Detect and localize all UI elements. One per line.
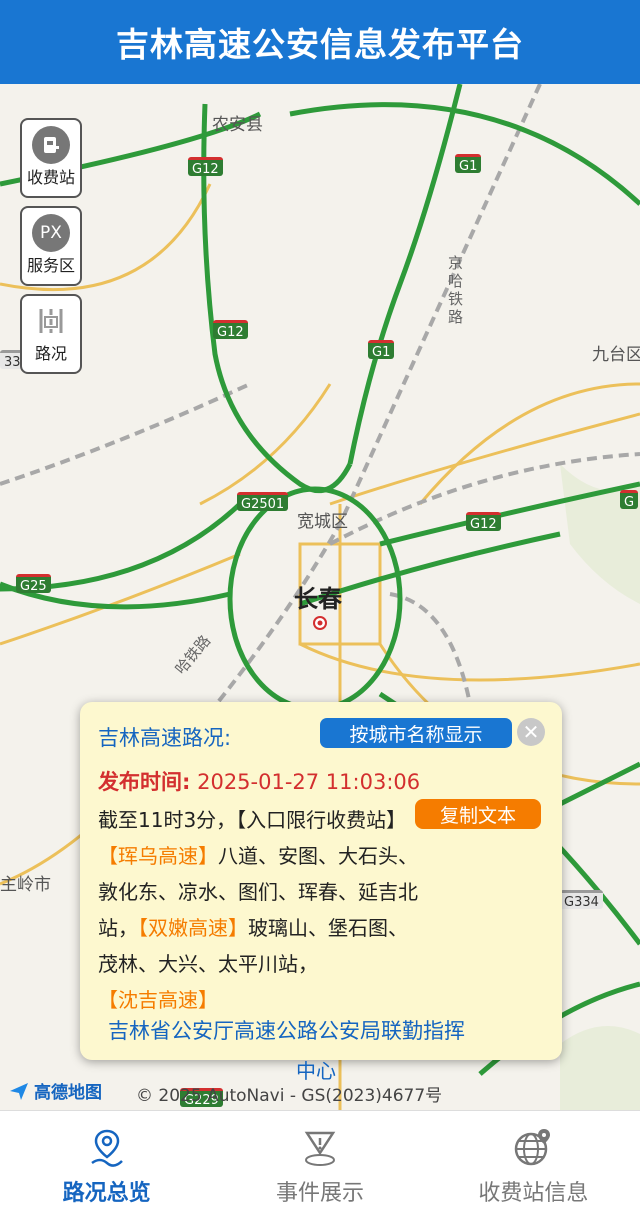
traffic-info-popup: 吉林高速路况: 按城市名称显示 ✕ 发布时间: 2025-01-27 11:03… [80,702,562,1060]
popup-message: 截至11时3分，【入口限行收费站】【珲乌高速】八道、安图、大石头、敦化东、凉水、… [98,802,418,1018]
road-shield-g25: G25 [16,574,51,594]
road-condition-toggle[interactable]: 路况 [20,294,82,374]
service-area-toggle[interactable]: PX 服务区 [20,206,82,286]
road-shield-g2501: G2501 [237,492,289,512]
road-condition-label: 路况 [34,344,67,363]
popup-footer: 吉林省公安厅高速公路公安局联勤指挥 [108,1019,465,1043]
tab-toll-station-info[interactable]: 收费站信息 [427,1111,640,1218]
tab-road-overview[interactable]: 路况总览 [0,1111,213,1218]
tab-label: 事件展示 [275,1181,364,1206]
publish-time-value: 2025-01-27 11:03:06 [197,770,421,794]
message-text: 截至11时3分，【入口限行收费站】 [98,808,407,832]
road-shield-g12: G12 [213,320,248,340]
map-label-nongan: 农安县 [212,115,263,135]
popup-title: 吉林高速路况: [98,726,232,750]
road-shield-g1: G1 [368,340,395,360]
amap-logo-text: 高德地图 [34,1083,102,1103]
toll-station-toggle[interactable]: 收费站 [20,118,82,198]
service-area-label: 服务区 [26,256,75,275]
map-copyright: © 2025 AutoNavi - GS(2023)4677号 [136,1086,443,1106]
close-icon[interactable]: ✕ [517,718,545,746]
road-shield-g12: G12 [188,157,223,177]
road-condition-icon [32,302,70,340]
road-shield-g334: G334 [560,890,603,910]
popup-footer-overflow: 中心 [296,1059,336,1083]
warning-triangle-icon [304,1131,336,1166]
map-label-changchun: 长春 [294,585,342,613]
publish-time: 发布时间: 2025-01-27 11:03:06 [98,766,420,796]
map-label-zhuling: 主岭市 [0,875,51,895]
amap-arrow-icon [10,1082,28,1100]
road-shield-g12: G12 [466,512,501,532]
map-label-kuancheng: 宽城区 [297,512,348,532]
map-label-jinghalu: 京哈铁路 [448,254,464,326]
bottom-tab-bar: 路况总览 事件展示 收费站信息 [0,1110,640,1218]
message-highway: 【双嫩高速】 [138,916,248,940]
tab-event-display[interactable]: 事件展示 [213,1111,426,1218]
tab-label: 收费站信息 [478,1181,589,1206]
message-highway: 【沈吉高速】 [98,988,218,1012]
service-area-icon: PX [32,214,70,252]
app-header: 吉林高速公安信息发布平台 [0,0,640,84]
message-highway: 【珲乌高速】 [98,844,218,868]
globe-location-icon [515,1129,551,1166]
copy-text-button[interactable]: 复制文本 [415,799,541,829]
publish-time-label: 发布时间: [98,770,191,794]
location-route-icon [90,1129,123,1167]
toll-station-label: 收费站 [26,168,75,187]
road-shield-g1: G1 [455,154,482,174]
tab-label: 路况总览 [62,1181,151,1206]
road-shield-g: G [620,490,639,510]
amap-logo: 高德地图 [8,1078,102,1103]
show-by-city-button[interactable]: 按城市名称显示 [320,718,512,748]
page-title: 吉林高速公安信息发布平台 [116,25,524,64]
map-label-jiutai: 九台区 [592,345,640,365]
toll-station-icon [32,126,70,164]
